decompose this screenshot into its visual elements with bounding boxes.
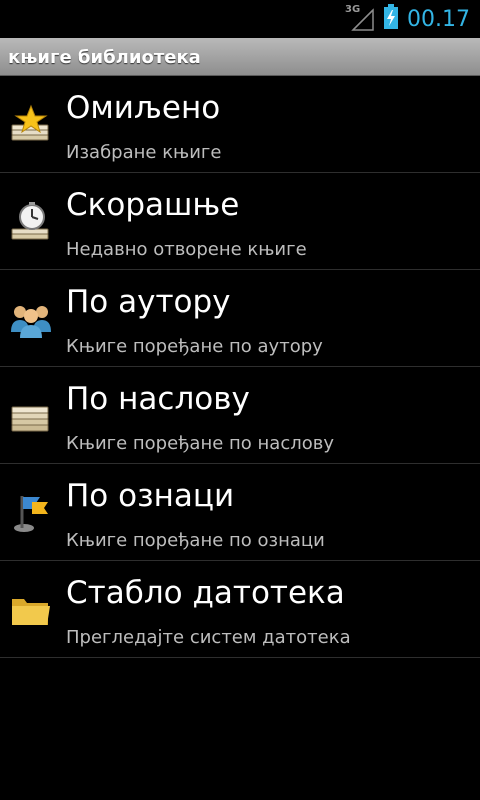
books-stack-icon <box>10 395 52 437</box>
menu-item-file-tree[interactable]: Стабло датотека Прегледајте систем датот… <box>0 561 480 658</box>
menu-item-favorites[interactable]: Омиљено Изабране књиге <box>0 76 480 173</box>
menu-item-label: Омиљено <box>66 90 221 126</box>
menu-item-by-author[interactable]: По аутору Књиге поређане по аутору <box>0 270 480 367</box>
menu-item-label: Скорашње <box>66 187 240 223</box>
menu-item-subtitle: Недавно отворене књиге <box>66 239 307 260</box>
recent-books-icon <box>10 201 52 243</box>
menu-item-subtitle: Прегледајте систем датотека <box>66 627 351 648</box>
folder-icon <box>10 589 52 631</box>
menu-item-by-title[interactable]: По наслову Књиге поређане по наслову <box>0 367 480 464</box>
menu-item-label: По ознаци <box>66 478 235 514</box>
page-title: књиге библиотека <box>8 47 201 68</box>
menu-item-subtitle: Књиге поређане по аутору <box>66 336 323 357</box>
clock: 00.17 <box>407 6 470 32</box>
favorite-books-icon <box>10 104 52 146</box>
menu-item-label: Стабло датотека <box>66 575 345 611</box>
menu-item-subtitle: Књиге поређане по ознаци <box>66 530 325 551</box>
menu-item-recent[interactable]: Скорашње Недавно отворене књиге <box>0 173 480 270</box>
status-bar: 3G 00.17 <box>0 0 480 38</box>
menu-item-label: По наслову <box>66 381 250 417</box>
authors-icon <box>10 298 52 340</box>
library-menu: Омиљено Изабране књиге Скорашње Недавно … <box>0 76 480 658</box>
tag-flag-icon <box>10 492 52 534</box>
menu-item-label: По аутору <box>66 284 231 320</box>
battery-icon <box>383 4 399 34</box>
network-type: 3G <box>345 4 361 15</box>
status-indicators: 3G 00.17 <box>345 0 470 38</box>
menu-item-subtitle: Књиге поређане по наслову <box>66 433 335 454</box>
title-bar: књиге библиотека <box>0 38 480 76</box>
menu-item-by-tag[interactable]: По ознаци Књиге поређане по ознаци <box>0 464 480 561</box>
menu-item-subtitle: Изабране књиге <box>66 142 222 163</box>
signal-icon: 3G <box>345 4 375 32</box>
